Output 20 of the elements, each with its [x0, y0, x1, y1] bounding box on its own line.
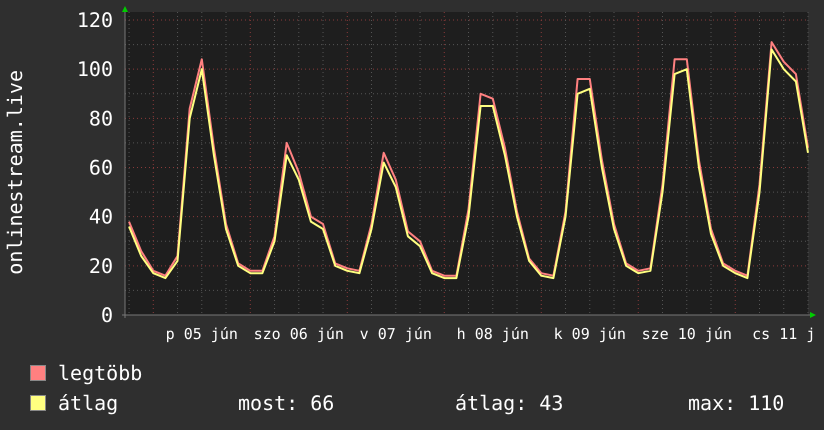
tick-label: 40 — [88, 204, 113, 229]
tick-label: 0 — [100, 303, 113, 327]
tick-label: szo 06 jún — [254, 325, 344, 343]
tick-label: p 05 jún — [166, 325, 238, 343]
tick-label: 20 — [88, 254, 113, 278]
stat-value: max: 110 — [688, 391, 786, 415]
tick-label: v 07 jún — [360, 325, 432, 343]
tick-label: k 09 jún — [554, 325, 626, 343]
tick-label: cs 11 j — [752, 325, 816, 343]
tick-label: 60 — [88, 156, 113, 180]
tick-label: 120 — [76, 8, 113, 32]
legend-label: átlag — [58, 391, 120, 415]
tick-label: 80 — [88, 106, 113, 130]
tick-label: h 08 jún — [456, 325, 529, 343]
stat-value: most: 66 — [238, 391, 336, 415]
stat-value: átlag: 43 — [455, 391, 564, 415]
tick-label: 100 — [76, 57, 113, 82]
axis-title: onlinestream.live — [3, 70, 27, 275]
legend-label: legtöbb — [58, 361, 144, 385]
tick-label: sze 10 jún — [642, 325, 732, 343]
